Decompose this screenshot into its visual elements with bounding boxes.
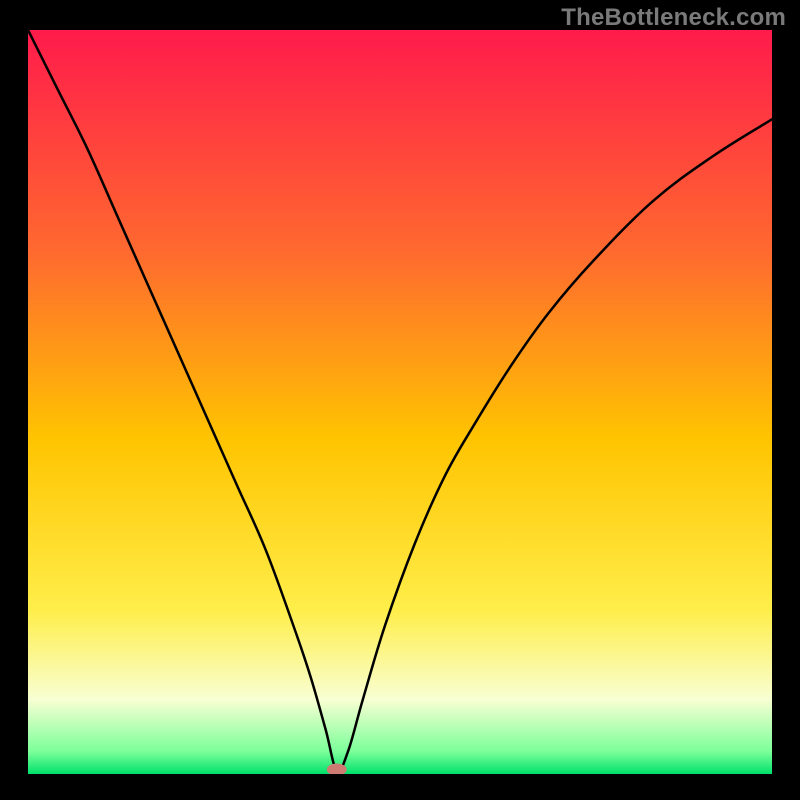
chart-svg (28, 30, 772, 774)
plot-area (28, 30, 772, 774)
watermark-text: TheBottleneck.com (561, 4, 786, 32)
chart-frame: TheBottleneck.com (0, 0, 800, 800)
gradient-background (28, 30, 772, 774)
